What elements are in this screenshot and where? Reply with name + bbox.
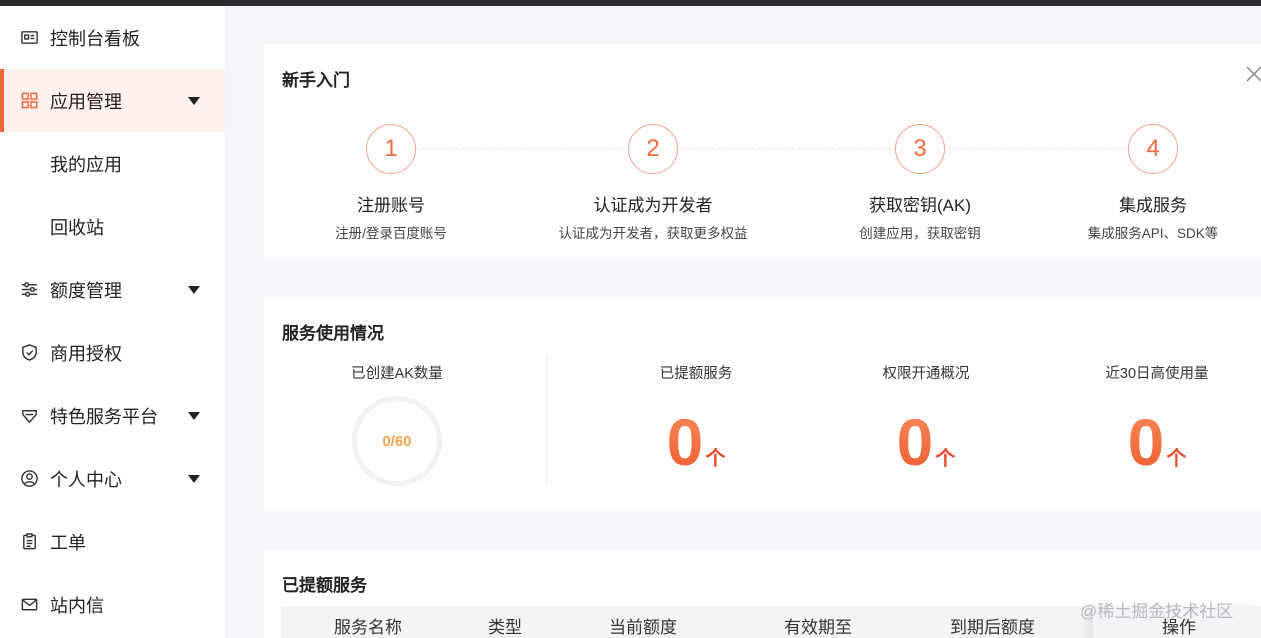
caret-down-icon[interactable]: [188, 474, 200, 483]
card-title: 已提额服务: [282, 576, 367, 595]
sidebar-item-label: 个人中心: [50, 469, 122, 490]
divider: [546, 355, 547, 483]
step-number: 3: [895, 124, 945, 174]
card-title: 服务使用情况: [282, 324, 384, 343]
step-desc: 注册/登录百度账号: [335, 226, 447, 241]
clipboard-icon: [19, 532, 39, 552]
sidebar-item-tickets[interactable]: 工单: [0, 510, 225, 573]
stat-label: 权限开通概况: [882, 366, 970, 382]
gem-icon: [19, 406, 39, 426]
step-number: 4: [1128, 124, 1178, 174]
column-header: 当前额度: [609, 618, 677, 637]
grid-icon: [19, 91, 39, 111]
step-title: 注册账号: [357, 196, 425, 215]
sidebar-item-featured-services[interactable]: 特色服务平台: [0, 384, 225, 447]
column-header: 类型: [488, 618, 522, 637]
sidebar-item-label: 应用管理: [50, 91, 122, 112]
step-number: 1: [366, 124, 416, 174]
sidebar-item-quota-management[interactable]: 额度管理: [0, 258, 225, 321]
caret-down-icon[interactable]: [188, 411, 200, 420]
caret-down-icon[interactable]: [188, 285, 200, 294]
stat-unit: 个: [705, 448, 726, 470]
getting-started-card: 新手入门 1 注册账号 注册/登录百度账号 2 认证成为开发者 认证成为开发者，…: [264, 44, 1261, 258]
service-usage-card: 服务使用情况 已创建AK数量 0/60 已提额服务 0个 权限开通概况 0个 近…: [264, 297, 1261, 511]
sidebar-item-label: 站内信: [50, 595, 104, 616]
stat-unit: 个: [1166, 448, 1187, 470]
step-4[interactable]: 4 集成服务 集成服务API、SDK等: [1033, 124, 1261, 242]
stat-number: 0: [896, 405, 934, 479]
sidebar-item-label: 工单: [50, 532, 86, 553]
stat-number: 0: [666, 405, 704, 479]
step-3[interactable]: 3 获取密钥(AK) 创建应用，获取密钥: [800, 124, 1040, 242]
user-icon: [19, 469, 39, 489]
sidebar-item-label: 控制台看板: [50, 28, 140, 49]
sidebar-item-label: 额度管理: [50, 280, 122, 301]
mail-icon: [19, 595, 39, 615]
step-desc: 认证成为开发者，获取更多权益: [558, 226, 748, 241]
sidebar-item-messages[interactable]: 站内信: [0, 573, 225, 636]
sidebar-item-label: 回收站: [50, 217, 104, 238]
sidebar-item-commercial-license[interactable]: 商用授权: [0, 321, 225, 384]
id-card-icon: [19, 28, 39, 48]
close-icon[interactable]: [1244, 64, 1261, 84]
shield-icon: [19, 343, 39, 363]
sidebar-item-label: 特色服务平台: [50, 406, 158, 427]
watermark: @稀土掘金技术社区: [1080, 602, 1234, 621]
column-header: 到期后额度: [950, 618, 1035, 637]
step-1[interactable]: 1 注册账号 注册/登录百度账号: [271, 124, 511, 242]
sidebar-item-dashboard[interactable]: 控制台看板: [0, 6, 225, 69]
ak-count-value: 0/60: [382, 432, 412, 450]
stat-number: 0: [1127, 405, 1165, 479]
sidebar: 控制台看板 应用管理 我的应用 回收站 额度管理 商用授权 特色服务平台 个人中…: [0, 6, 225, 638]
ak-count-ring: 0/60: [352, 396, 442, 486]
card-title: 新手入门: [282, 71, 350, 90]
sidebar-item-recycle-bin[interactable]: 回收站: [0, 195, 225, 258]
sidebar-item-label: 我的应用: [50, 154, 122, 175]
stat-unit: 个: [935, 448, 956, 470]
step-number: 2: [628, 124, 678, 174]
sidebar-item-app-management[interactable]: 应用管理: [0, 69, 225, 132]
stat-value-permissions[interactable]: 0个: [826, 407, 1026, 477]
step-title: 获取密钥(AK): [869, 196, 971, 215]
ak-count-label: 已创建AK数量: [351, 366, 443, 382]
step-title: 集成服务: [1119, 196, 1187, 215]
quota-services-card: 已提额服务 服务名称 类型 当前额度 有效期至 到期后额度 操作: [264, 549, 1261, 638]
step-title: 认证成为开发者: [593, 196, 713, 215]
stat-value-high-usage[interactable]: 0个: [1057, 407, 1257, 477]
sidebar-item-my-apps[interactable]: 我的应用: [0, 132, 225, 195]
stat-label: 已提额服务: [659, 366, 733, 382]
caret-down-icon[interactable]: [188, 96, 200, 105]
step-desc: 创建应用，获取密钥: [859, 226, 981, 241]
stat-value-quota-services[interactable]: 0个: [596, 407, 796, 477]
sidebar-item-label: 商用授权: [50, 343, 122, 364]
step-2[interactable]: 2 认证成为开发者 认证成为开发者，获取更多权益: [533, 124, 773, 242]
stat-label: 近30日高使用量: [1105, 366, 1209, 382]
step-desc: 集成服务API、SDK等: [1087, 226, 1219, 241]
sliders-icon: [19, 280, 39, 300]
column-header: 有效期至: [784, 618, 852, 637]
column-header: 服务名称: [334, 618, 402, 637]
sidebar-item-personal-center[interactable]: 个人中心: [0, 447, 225, 510]
